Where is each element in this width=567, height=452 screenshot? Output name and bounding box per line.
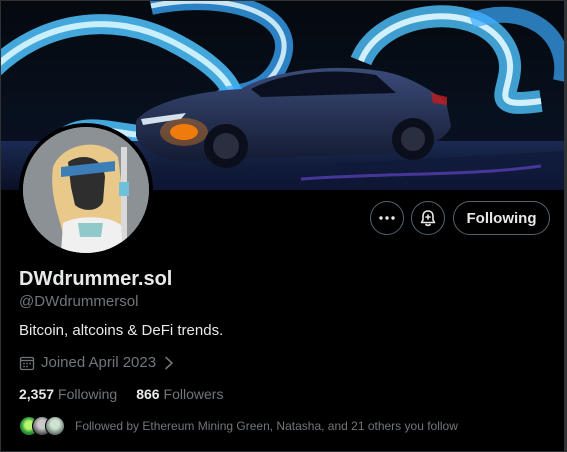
avatar-image bbox=[23, 127, 149, 253]
followed-by-row[interactable]: Followed by Ethereum Mining Green, Natas… bbox=[19, 416, 458, 436]
following-stat[interactable]: 2,357 Following bbox=[19, 386, 117, 402]
notifications-button[interactable] bbox=[411, 201, 445, 235]
profile-bio: Bitcoin, altcoins & DeFi trends. bbox=[19, 322, 224, 339]
follow-stats: 2,357 Following 866 Followers bbox=[19, 386, 223, 402]
joined-date[interactable]: Joined April 2023 bbox=[19, 354, 174, 371]
following-button[interactable]: Following bbox=[453, 201, 550, 235]
followers-stat[interactable]: 866 Followers bbox=[136, 386, 223, 402]
followers-count: 866 bbox=[136, 386, 160, 402]
user-handle: @DWdrummersol bbox=[19, 293, 139, 310]
follower-avatar bbox=[45, 416, 65, 436]
more-horizontal-icon bbox=[379, 216, 395, 220]
calendar-icon bbox=[19, 356, 35, 370]
follower-avatars bbox=[19, 416, 65, 436]
followed-by-text: Followed by Ethereum Mining Green, Natas… bbox=[75, 419, 458, 433]
joined-text: Joined April 2023 bbox=[41, 354, 157, 371]
chevron-right-icon bbox=[165, 356, 173, 369]
following-label: Following bbox=[58, 386, 118, 402]
notification-bell-plus-icon bbox=[420, 210, 436, 227]
following-count: 2,357 bbox=[19, 386, 55, 402]
profile-avatar[interactable] bbox=[19, 123, 153, 257]
display-name: DWdrummer.sol bbox=[19, 268, 173, 290]
more-options-button[interactable] bbox=[370, 201, 404, 235]
followers-label: Followers bbox=[163, 386, 224, 402]
